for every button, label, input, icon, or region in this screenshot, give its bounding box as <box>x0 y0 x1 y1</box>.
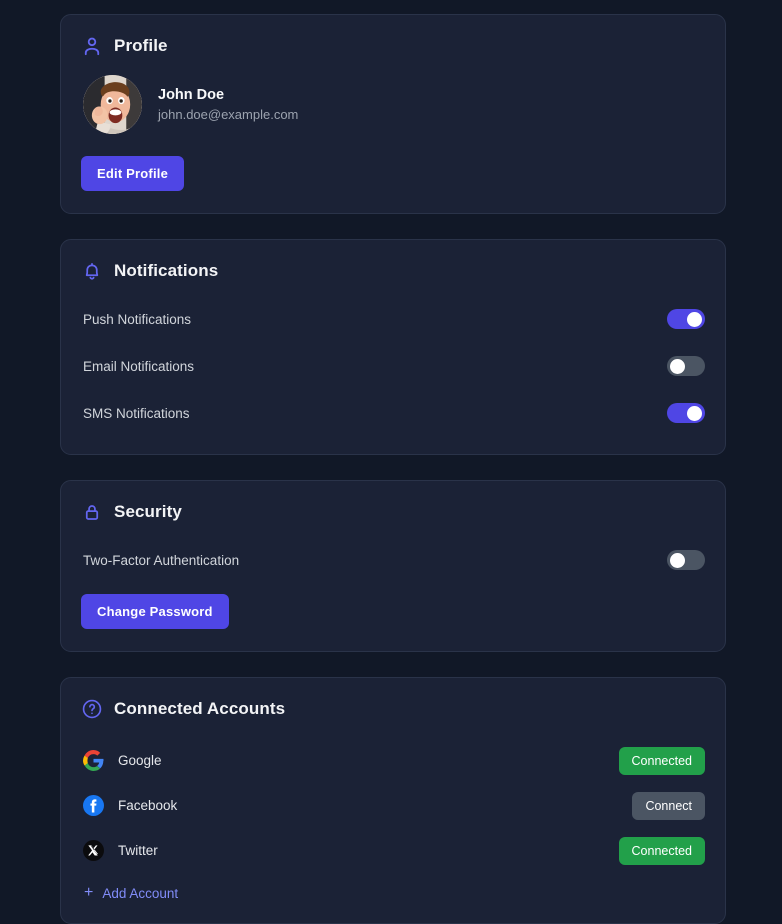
account-row-google: Google Connected <box>81 738 705 783</box>
setting-label: SMS Notifications <box>83 405 190 421</box>
account-identity: Facebook <box>83 795 177 816</box>
add-account-label: Add Account <box>102 885 179 901</box>
toggle-knob <box>670 358 685 374</box>
settings-page: Profile John Doe john.doe@example.com Ed… <box>0 0 782 924</box>
connected-accounts-card-header: Connected Accounts <box>81 698 705 720</box>
twitter-x-icon <box>83 840 104 861</box>
facebook-icon <box>83 795 104 816</box>
toggle-knob <box>687 405 702 421</box>
setting-row-email: Email Notifications <box>81 347 705 385</box>
account-name: Facebook <box>118 798 178 813</box>
profile-card: Profile John Doe john.doe@example.com Ed… <box>60 14 726 214</box>
toggle-knob <box>670 552 685 568</box>
setting-label: Push Notifications <box>83 311 192 327</box>
notifications-card-header: Notifications <box>81 260 705 282</box>
profile-title: Profile <box>114 36 168 55</box>
toggle-sms-notifications[interactable] <box>667 403 705 423</box>
row-gap <box>81 385 705 394</box>
profile-name: John Doe <box>158 87 225 103</box>
toggle-email-notifications[interactable] <box>667 356 705 376</box>
change-password-button[interactable]: Change Password <box>81 594 229 629</box>
security-title: Security <box>114 502 182 521</box>
profile-summary: John Doe john.doe@example.com <box>81 75 705 134</box>
account-name: Google <box>118 753 162 768</box>
lock-icon <box>81 501 103 523</box>
notifications-card: Notifications Push Notifications Email N… <box>60 239 726 455</box>
toggle-push-notifications[interactable] <box>667 309 705 329</box>
profile-text: John Doe john.doe@example.com <box>158 87 298 122</box>
edit-profile-button[interactable]: Edit Profile <box>81 156 185 191</box>
twitter-connection-button[interactable]: Connected <box>618 836 705 865</box>
account-row-facebook: Facebook Connect <box>81 783 705 828</box>
notifications-title: Notifications <box>114 261 219 280</box>
plus-icon: + <box>84 884 94 901</box>
setting-row-push: Push Notifications <box>81 300 705 338</box>
setting-row-sms: SMS Notifications <box>81 394 705 432</box>
avatar <box>83 75 142 134</box>
account-identity: Twitter <box>83 840 158 861</box>
setting-label: Email Notifications <box>83 358 195 374</box>
account-name: Twitter <box>118 843 158 858</box>
google-connection-button[interactable]: Connected <box>618 746 705 775</box>
toggle-knob <box>687 311 702 327</box>
connected-accounts-title: Connected Accounts <box>114 699 286 718</box>
connected-accounts-card: Connected Accounts Google Connected Face… <box>60 677 726 924</box>
add-account-link[interactable]: + Add Account <box>81 885 178 901</box>
setting-label: Two-Factor Authentication <box>83 552 240 568</box>
row-gap <box>81 579 705 594</box>
google-icon <box>83 750 104 771</box>
profile-email: john.doe@example.com <box>158 107 299 122</box>
facebook-connection-button[interactable]: Connect <box>632 791 705 820</box>
account-identity: Google <box>83 750 162 771</box>
toggle-two-factor-authentication[interactable] <box>667 550 705 570</box>
bell-icon <box>81 260 103 282</box>
security-card: Security Two-Factor Authentication Chang… <box>60 480 726 652</box>
help-circle-icon <box>81 698 103 720</box>
row-gap <box>81 338 705 347</box>
setting-row-two-factor: Two-Factor Authentication <box>81 541 705 579</box>
profile-card-header: Profile <box>81 35 705 57</box>
account-row-twitter: Twitter Connected <box>81 828 705 873</box>
user-icon <box>81 35 103 57</box>
security-card-header: Security <box>81 501 705 523</box>
